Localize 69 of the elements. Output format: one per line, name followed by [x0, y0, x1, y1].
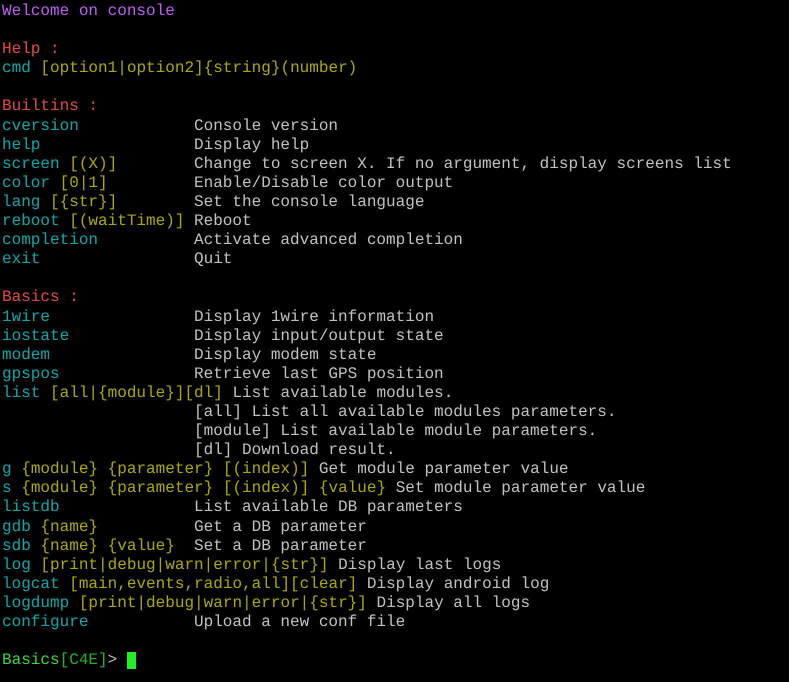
command-description: [all] List all available modules parameters. [194, 402, 616, 421]
command-name: gpspos [2, 364, 60, 383]
text-cursor [127, 652, 136, 670]
command-name: exit [2, 250, 40, 268]
command-name: gdb [2, 518, 31, 536]
command-args: {name} {value} [40, 536, 175, 555]
command-description: Display 1wire information [194, 308, 434, 327]
command-name: iostate [2, 326, 70, 345]
command-name: color [2, 174, 50, 192]
command-name: configure [2, 613, 88, 631]
command-description: Reboot [194, 212, 252, 232]
command-description: Get module parameter value [318, 460, 569, 478]
command-name: log [2, 556, 31, 574]
command-args: {name} [40, 518, 98, 536]
prompt-device: [C4E] [60, 651, 108, 670]
command-description: Display all logs [376, 594, 530, 612]
command-description: Display help [194, 136, 310, 155]
command-name: help [2, 136, 40, 154]
command-args: [(waitTime)] [69, 212, 184, 230]
command-name: screen [2, 154, 60, 173]
command-name: s [2, 479, 12, 498]
command-description: List available modules. [232, 384, 454, 402]
command-description: Display android log [366, 574, 550, 593]
command-name: listdb [2, 498, 60, 516]
command-args: [0|1] [60, 174, 108, 192]
command-description: Get a DB parameter [194, 518, 367, 537]
welcome-message: Welcome on console [2, 2, 175, 20]
command-args: [all|{module}][dl] [50, 384, 223, 402]
command-name: 1wire [2, 308, 50, 326]
command-name: list [2, 384, 40, 402]
command-description: Display modem state [194, 346, 376, 365]
command-name: logdump [2, 594, 70, 612]
command-args: [option1|option2]{string}(number) [40, 59, 358, 78]
command-description: [dl] Download result. [194, 441, 396, 460]
command-args: [print|debug|warn|error|{str}] [78, 594, 367, 612]
command-name: cversion [2, 116, 79, 135]
command-args: {module} {parameter} [(index)] [21, 460, 310, 478]
command-description: List available DB parameters [194, 498, 463, 518]
command-name: cmd [2, 59, 31, 78]
command-args: {module} {parameter} [(index)] {value} [21, 479, 386, 498]
command-name: logcat [2, 574, 60, 593]
command-name: completion [2, 231, 98, 250]
command-description: Set the console language [194, 192, 424, 212]
command-description: [module] List available module parameters. [194, 422, 598, 440]
section-heading: Builtins : [2, 97, 98, 116]
command-description: Change to screen X. If no argument, display screens list [194, 154, 732, 174]
prompt-mode: Basics [2, 651, 60, 670]
prompt-symbol: > [108, 651, 118, 670]
command-description: Quit [194, 250, 232, 270]
command-description: Console version [194, 116, 338, 136]
command-description: Set a DB parameter [194, 536, 367, 556]
command-description: Activate advanced completion [194, 231, 463, 250]
command-description: Display last logs [338, 556, 502, 574]
command-args: [{str}] [50, 192, 118, 211]
command-args: [main,events,radio,all][clear] [69, 574, 358, 593]
command-description: Retrieve last GPS position [194, 364, 444, 384]
command-name: lang [2, 192, 40, 211]
section-heading: Basics : [2, 288, 79, 306]
section-heading: Help : [2, 40, 60, 58]
command-description: Set module parameter value [396, 479, 646, 498]
command-name: g [2, 460, 12, 478]
command-name: reboot [2, 212, 60, 230]
command-args: [print|debug|warn|error|{str}] [40, 556, 328, 574]
command-description: Upload a new conf file [194, 613, 406, 632]
command-name: sdb [2, 536, 31, 555]
command-description: Enable/Disable color output [194, 174, 454, 193]
command-description: Display input/output state [194, 326, 444, 346]
command-name: modem [2, 346, 50, 364]
command-args: [(X)] [69, 154, 118, 173]
